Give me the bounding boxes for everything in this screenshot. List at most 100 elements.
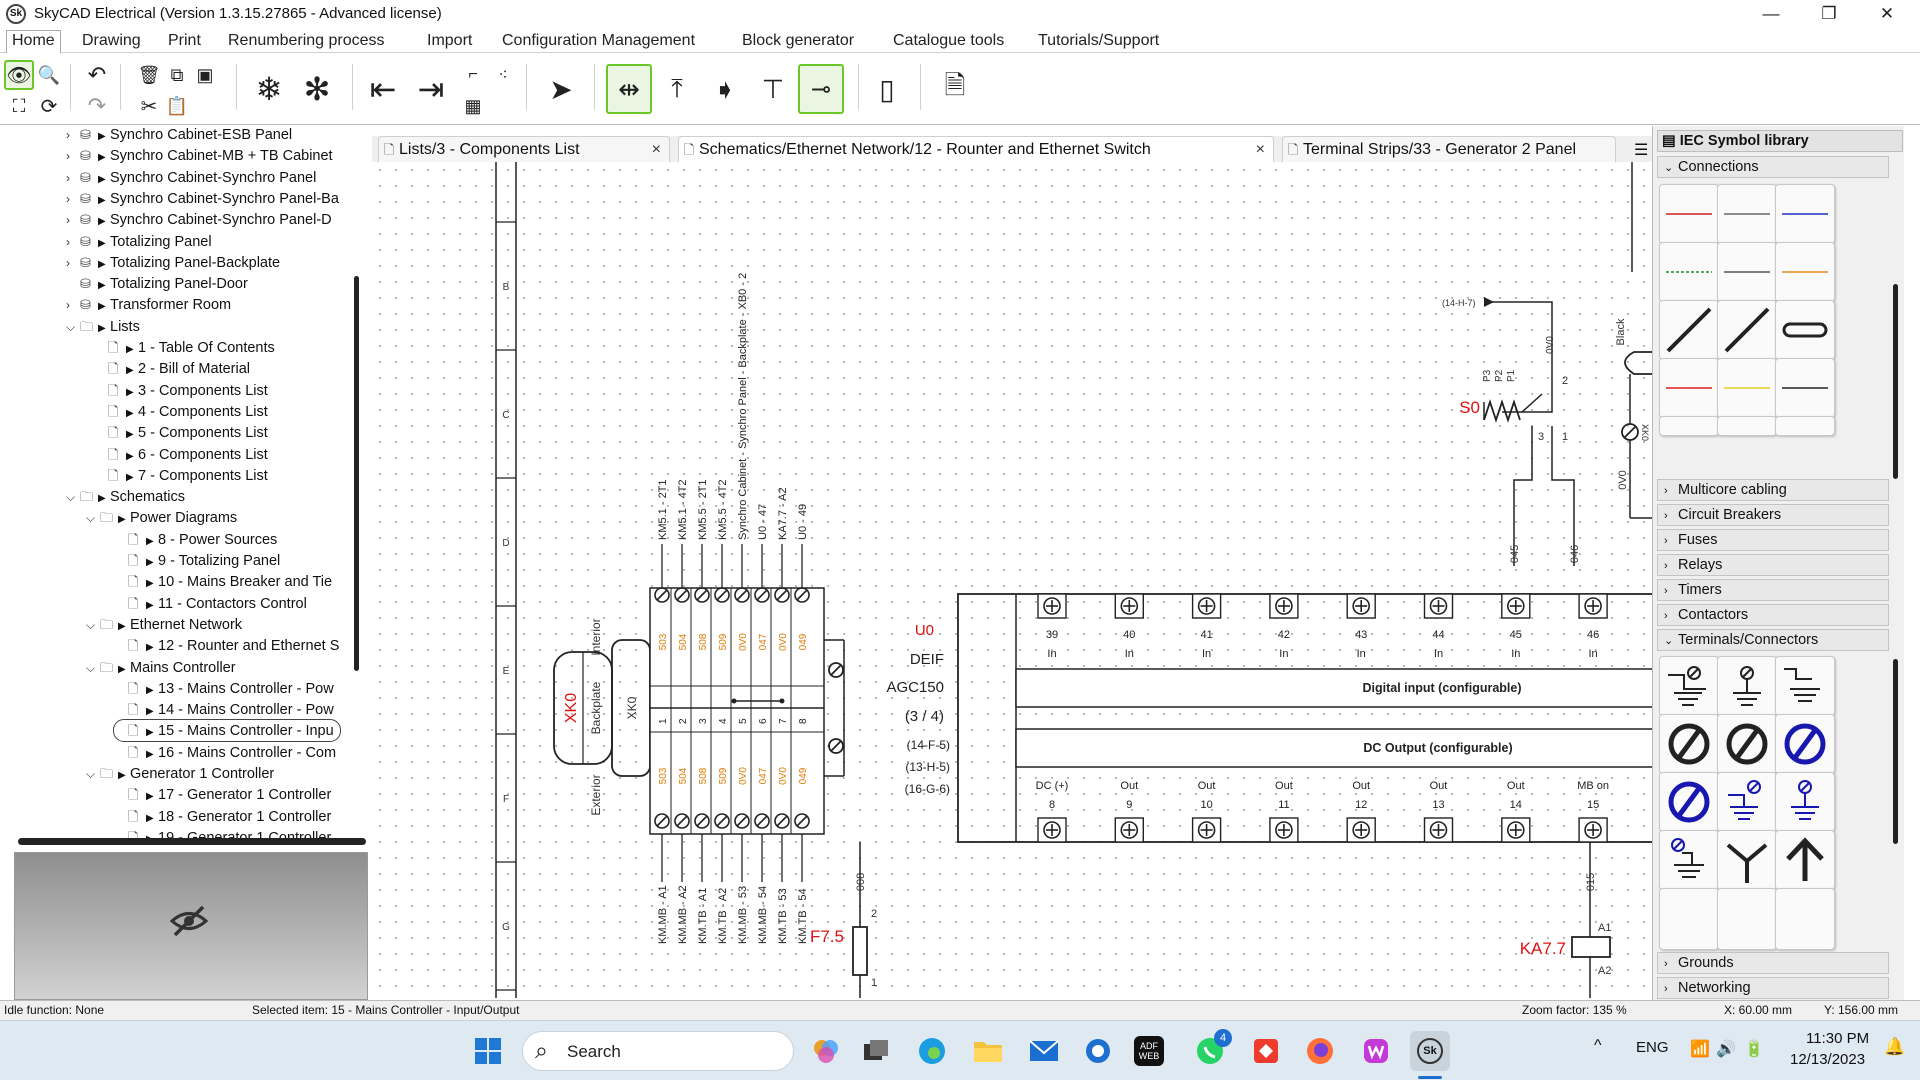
link-tool-icon[interactable]: ⊸ <box>798 64 844 114</box>
sheet-properties-icon[interactable]: ⁖ <box>490 60 516 90</box>
section-networking[interactable]: › Networking <box>1657 977 1889 999</box>
tree-item[interactable]: 🗋 ▶ 17 - Generator 1 Controller <box>114 784 331 805</box>
controller-outline[interactable] <box>957 593 1652 843</box>
tab-ethernet-network[interactable]: 🗋 Schematics/Ethernet Network/12 - Rounte… <box>678 136 1274 162</box>
connection-symbol-tile[interactable] <box>1717 242 1777 302</box>
page-layout-icon[interactable]: ▯ <box>866 64 908 114</box>
chevron-right-icon[interactable]: › <box>66 168 80 189</box>
skycad-taskbar-icon[interactable]: Sk <box>1410 1031 1450 1071</box>
tab-close-icon[interactable]: × <box>1256 137 1265 162</box>
connection-symbol-tile[interactable] <box>1775 358 1835 418</box>
connection-symbol-tile[interactable] <box>1659 300 1719 360</box>
paste-icon[interactable]: 📋 <box>162 92 192 120</box>
tree-item[interactable]: › ⛁ ▶ Totalizing Panel-Backplate <box>66 252 280 273</box>
snowflake-refresh-icon[interactable]: ✻ <box>296 64 338 114</box>
menu-home[interactable]: Home <box>6 30 61 53</box>
tree-horizontal-scrollbar[interactable] <box>18 838 366 845</box>
tree-item[interactable]: ⌵ 🗀 ▶ Generator 1 Controller <box>86 763 274 784</box>
chevron-down-icon[interactable]: ⌵ <box>86 658 100 679</box>
menu-tutorials[interactable]: Tutorials/Support <box>1038 32 1159 50</box>
tab-terminal-strips[interactable]: 🗋 Terminal Strips/33 - Generator 2 Panel <box>1282 136 1616 162</box>
undo-icon[interactable]: ↶ <box>82 60 112 90</box>
chevron-right-icon[interactable]: › <box>66 232 80 253</box>
connection-symbol-tile[interactable] <box>1717 358 1777 418</box>
tree-item[interactable]: › ⛁ ▶ Synchro Cabinet-Synchro Panel-D <box>66 209 332 230</box>
relay-ka77[interactable] <box>1571 936 1611 958</box>
tree-item[interactable]: 🗋 ▶ 6 - Components List <box>94 444 268 465</box>
section-grounds[interactable]: › Grounds <box>1657 952 1889 974</box>
tree-item[interactable]: 🗋 ▶ 15 - Mains Controller - Inpu <box>113 719 341 743</box>
terminal-strip[interactable] <box>649 587 825 835</box>
section-connections[interactable]: ⌄ Connections <box>1657 156 1889 178</box>
terminal-symbol-tile[interactable] <box>1659 714 1719 774</box>
section-fuses[interactable]: › Fuses <box>1657 529 1889 551</box>
sheet-table-icon[interactable]: ▦ <box>460 92 486 120</box>
tree-item[interactable]: 🗋 ▶ 12 - Rounter and Ethernet S <box>114 635 339 656</box>
terminal-symbol-tile[interactable] <box>1717 830 1777 890</box>
chevron-down-icon[interactable]: ⌵ <box>66 487 80 508</box>
chevron-right-icon[interactable]: › <box>66 210 80 231</box>
freeze-icon[interactable]: ❄ <box>248 64 290 114</box>
tree-item[interactable]: › ⛁ ▶ Totalizing Panel <box>66 231 212 252</box>
chevron-right-icon[interactable]: › <box>66 146 80 167</box>
connection-symbol-tile[interactable] <box>1717 416 1777 436</box>
connection-symbol-tile[interactable] <box>1717 184 1777 244</box>
fuse-f75[interactable] <box>852 926 868 976</box>
insert-component-icon[interactable]: ➧ <box>704 64 746 114</box>
zoom-extents-icon[interactable]: ⛶ <box>4 92 34 120</box>
tree-item[interactable]: 🗋 ▶ 2 - Bill of Material <box>94 358 250 379</box>
tree-item[interactable]: 🗋 ▶ 10 - Mains Breaker and Tie <box>114 571 332 592</box>
tree-item[interactable]: ⌵ 🗀 ▶ Ethernet Network <box>86 614 242 635</box>
tab-close-icon[interactable]: × <box>652 137 661 162</box>
eye-toggle-icon[interactable]: 👁 <box>4 60 34 90</box>
tree-item[interactable]: 🗋 ▶ 7 - Components List <box>94 465 268 486</box>
numbering-tool-icon[interactable]: ⤒ <box>656 64 698 114</box>
tab-components-list[interactable]: 🗋 Lists/3 - Components List × <box>378 136 670 162</box>
close-button[interactable]: ✕ <box>1864 0 1910 29</box>
volume-icon[interactable]: 🔊 <box>1716 1039 1736 1059</box>
tree-item[interactable]: 🗋 ▶ 18 - Generator 1 Controller <box>114 806 331 827</box>
language-indicator[interactable]: ENG <box>1636 1039 1669 1056</box>
menu-block-generator[interactable]: Block generator <box>742 32 854 50</box>
duplicate-icon[interactable]: ⧉ <box>162 60 192 90</box>
redo-icon[interactable]: ↷ <box>82 92 112 120</box>
terminal-symbol-tile[interactable] <box>1717 656 1777 716</box>
section-terminals[interactable]: ⌄ Terminals/Connectors <box>1657 629 1889 651</box>
next-sheet-icon[interactable]: ⇥ <box>410 64 452 114</box>
taskbar-search[interactable]: ⌕ Search <box>522 1031 794 1071</box>
connection-symbol-tile[interactable] <box>1659 358 1719 418</box>
zoom-window-icon[interactable]: 🔍 <box>34 60 64 90</box>
tree-item[interactable]: 🗋 ▶ 1 - Table Of Contents <box>94 337 275 358</box>
terminal-symbol-tile[interactable] <box>1717 714 1777 774</box>
terminal-symbol-tile[interactable] <box>1775 772 1835 832</box>
minimize-button[interactable]: — <box>1748 0 1794 29</box>
insert-sheet-icon[interactable]: ⌐ <box>460 60 486 90</box>
chevron-down-icon[interactable]: ⌵ <box>86 508 100 529</box>
tree-item[interactable]: 🗋 ▶ 5 - Components List <box>94 422 268 443</box>
shield-app-icon[interactable] <box>1078 1031 1118 1071</box>
terminal-symbol-tile[interactable] <box>1775 714 1835 774</box>
terminal-symbol-tile[interactable] <box>1717 772 1777 832</box>
chevron-right-icon[interactable]: › <box>66 189 80 210</box>
tree-item[interactable]: › ⛁ ▶ Synchro Cabinet-MB + TB Cabinet <box>66 145 333 166</box>
windows-start-icon[interactable] <box>468 1031 508 1071</box>
tree-item[interactable]: ⌵ 🗀 ▶ Mains Controller <box>86 657 236 678</box>
chevron-down-icon[interactable]: ⌵ <box>86 615 100 636</box>
terminal-symbol-tile[interactable] <box>1775 888 1835 950</box>
adf-web-icon[interactable]: ADF WEB <box>1134 1036 1164 1066</box>
schematic-drawing[interactable]: B C D E F G XK0 Backplate Interior Exterior X… <box>372 162 1652 998</box>
tree-item[interactable]: 🗋 ▶ 11 - Contactors Control <box>114 593 307 614</box>
firefox-icon[interactable] <box>1300 1031 1340 1071</box>
terminal-symbol-tile[interactable] <box>1717 888 1777 950</box>
tree-item[interactable]: › ⛁ ▶ Synchro Cabinet-ESB Panel <box>66 126 292 145</box>
menu-renumbering[interactable]: Renumbering process <box>228 32 385 50</box>
tab-list-menu-icon[interactable]: ☰ <box>1634 140 1648 160</box>
tree-item[interactable]: › ⛁ ▶ Synchro Cabinet-Synchro Panel-Ba <box>66 188 339 209</box>
menu-import[interactable]: Import <box>427 32 472 50</box>
delete-icon[interactable]: 🗑 <box>134 60 164 90</box>
section-relays[interactable]: › Relays <box>1657 554 1889 576</box>
previous-sheet-icon[interactable]: ⇤ <box>362 64 404 114</box>
wps-office-icon[interactable] <box>1356 1031 1396 1071</box>
tree-item[interactable]: 🗋 ▶ 13 - Mains Controller - Pow <box>114 678 334 699</box>
section-circuit-breakers[interactable]: › Circuit Breakers <box>1657 504 1889 526</box>
